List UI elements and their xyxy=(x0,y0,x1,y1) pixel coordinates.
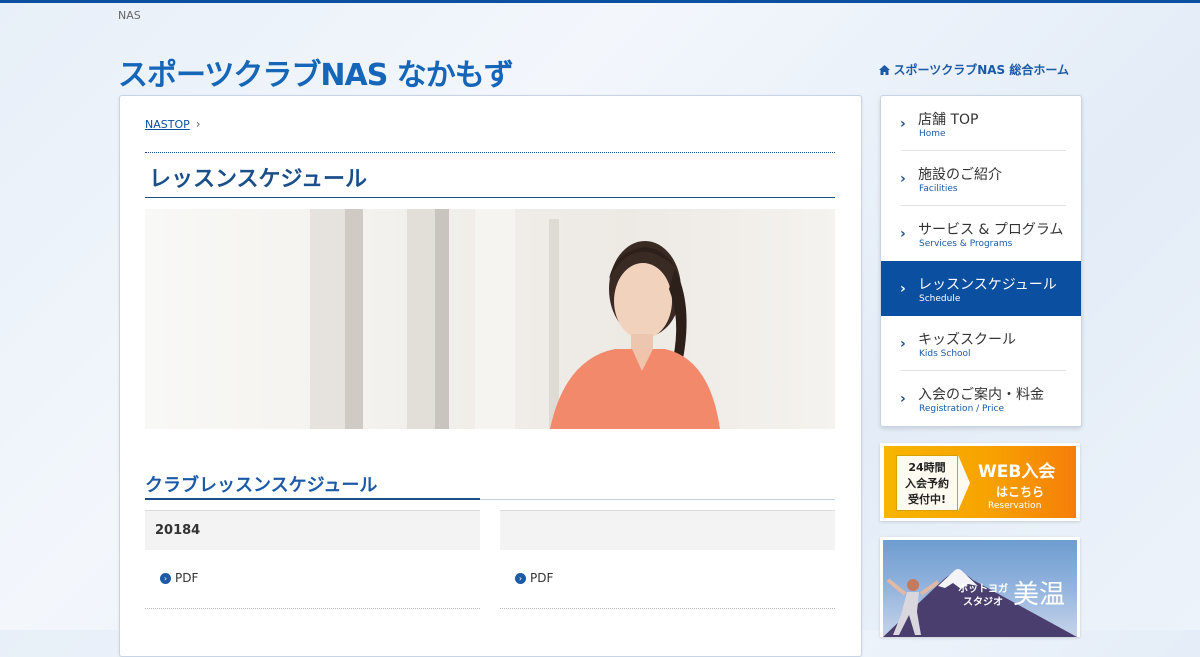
hot-yoga-banner-body: ホットヨガ スタジオ 美温 xyxy=(883,540,1077,637)
yoga-banner-line2: スタジオ xyxy=(963,597,1003,608)
chevron-right-icon: › xyxy=(900,391,906,407)
web-registration-banner[interactable]: 24時間 入会予約 受付中! WEB入会 はこちら Reservation xyxy=(880,443,1080,521)
top-accent-line xyxy=(0,0,1200,3)
sidebar-item-facilities[interactable]: › 施設のご紹介 Facilities xyxy=(881,151,1081,206)
main-content: NASTOP › レッスンスケジュール クラブレッスンスケジュール 20184 xyxy=(119,95,862,657)
pdf-link[interactable]: › PDF xyxy=(160,571,198,585)
schedule-col-header-label: 20184 xyxy=(155,523,201,538)
banner-subheadline: はこちら xyxy=(996,485,1045,499)
hot-yoga-banner[interactable]: ホットヨガ スタジオ 美温 xyxy=(880,537,1080,637)
sidebar-item-label: 施設のご紹介 xyxy=(918,167,1002,183)
banner-box-line: 24時間 xyxy=(908,461,946,474)
banner-headline: WEB入会 xyxy=(978,462,1056,482)
sidebar-item-label: 店舗 TOP xyxy=(918,112,979,128)
banner-box-line: 入会予約 xyxy=(905,477,949,490)
reservation-box: 24時間 入会予約 受付中! xyxy=(896,455,958,511)
chevron-circle-icon: › xyxy=(160,572,171,584)
sidebar-item-schedule[interactable]: › レッスンスケジュール Schedule xyxy=(881,261,1081,316)
home-link[interactable]: スポーツクラブNAS 総合ホーム xyxy=(879,61,1069,78)
top-label: NAS xyxy=(118,9,141,22)
breadcrumb-home-link[interactable]: NASTOP xyxy=(145,118,190,131)
banner-caption: Reservation xyxy=(988,501,1042,511)
sidebar-item-sublabel: Services & Programs xyxy=(919,239,1013,249)
page-title-block: レッスンスケジュール xyxy=(145,152,835,198)
hero-image xyxy=(145,209,835,429)
yoga-banner-brand: 美温 xyxy=(1013,580,1066,610)
schedule-col-header xyxy=(500,510,835,550)
page-title: レッスンスケジュール xyxy=(149,167,368,192)
sidebar-item-sublabel: Schedule xyxy=(919,294,961,304)
row-divider xyxy=(145,608,480,609)
chevron-right-icon: › xyxy=(900,116,906,132)
chevron-right-icon: › xyxy=(900,171,906,187)
row-divider xyxy=(500,608,835,609)
sidebar-item-services[interactable]: › サービス & プログラム Services & Programs xyxy=(881,206,1081,261)
sidebar-item-label: サービス & プログラム xyxy=(918,222,1064,238)
chevron-right-icon: › xyxy=(900,336,906,352)
section-title: クラブレッスンスケジュール xyxy=(145,475,378,496)
chevron-right-icon: › xyxy=(900,281,906,297)
sidebar-item-home[interactable]: › 店舗 TOP Home xyxy=(881,96,1081,151)
sidebar-item-sublabel: Home xyxy=(919,129,946,139)
chevron-right-icon: › xyxy=(900,226,906,242)
sidebar-item-sublabel: Registration / Price xyxy=(919,404,1004,414)
home-link-label: スポーツクラブNAS 総合ホーム xyxy=(893,63,1069,77)
sidebar-nav: › 店舗 TOP Home › 施設のご紹介 Facilities › サービス… xyxy=(880,95,1082,427)
sidebar-item-sublabel: Kids School xyxy=(919,349,971,359)
sidebar-item-sublabel: Facilities xyxy=(919,184,958,194)
banner-box-line: 受付中! xyxy=(907,493,947,506)
sidebar-item-label: 入会のご案内・料金 xyxy=(918,387,1044,403)
site-title[interactable]: スポーツクラブNAS なかもず xyxy=(118,50,514,94)
pdf-link-label: PDF xyxy=(530,571,554,585)
sidebar-item-label: キッズスクール xyxy=(918,332,1016,348)
house-icon xyxy=(879,64,891,75)
sidebar-item-registration[interactable]: › 入会のご案内・料金 Registration / Price xyxy=(881,371,1081,426)
sidebar-item-kids-school[interactable]: › キッズスクール Kids School xyxy=(881,316,1081,371)
chevron-right-icon: › xyxy=(195,117,201,131)
pdf-link-label: PDF xyxy=(175,571,199,585)
section-divider-accent xyxy=(145,498,480,500)
arrow-right-icon xyxy=(958,455,970,511)
pdf-link[interactable]: › PDF xyxy=(515,571,553,585)
breadcrumb: NASTOP › xyxy=(145,117,201,131)
web-registration-banner-body: 24時間 入会予約 受付中! WEB入会 はこちら Reservation xyxy=(884,446,1076,518)
chevron-circle-icon: › xyxy=(515,572,526,584)
sidebar-item-label: レッスンスケジュール xyxy=(918,277,1057,293)
hero-illustration xyxy=(310,209,720,429)
schedule-col-header: 20184 xyxy=(145,510,480,550)
